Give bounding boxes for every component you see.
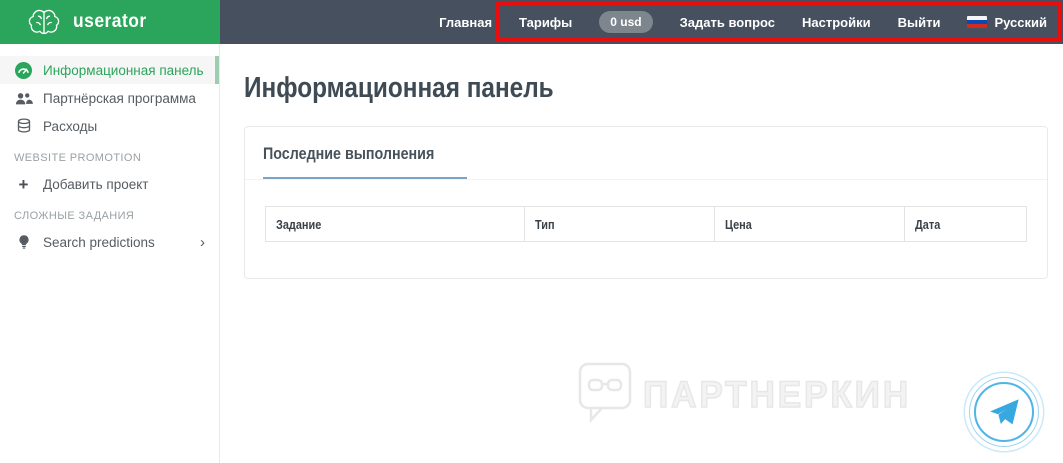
lightbulb-icon	[14, 234, 33, 250]
userator-dashboard: userator Главная Тарифы 0 usd Задать воп…	[0, 0, 1063, 463]
tab-recent-executions[interactable]: Последние выполнения	[263, 144, 467, 179]
column-header-price: Цена	[713, 206, 906, 242]
telegram-button[interactable]	[974, 382, 1034, 442]
sidebar-item-affiliate-program[interactable]: Партнёрская программа	[0, 84, 219, 112]
nav-home[interactable]: Главная	[439, 15, 492, 30]
sidebar-item-label: Партнёрская программа	[43, 90, 196, 106]
column-header-date: Дата	[904, 206, 1027, 242]
column-header-task: Задание	[265, 206, 525, 242]
top-navigation: Главная Тарифы 0 usd Задать вопрос Настр…	[220, 0, 1063, 44]
plus-icon: +	[18, 174, 29, 194]
page-title: Информационная панель	[244, 72, 554, 104]
nav-logout[interactable]: Выйти	[898, 15, 941, 30]
sidebar-item-label: Search predictions	[43, 234, 155, 250]
nav-language-label: Русский	[994, 14, 1047, 30]
brand-logo[interactable]: userator	[0, 0, 220, 44]
topbar: userator Главная Тарифы 0 usd Задать воп…	[0, 0, 1063, 44]
balance-badge[interactable]: 0 usd	[599, 11, 653, 33]
nav-language-selector[interactable]: Русский	[967, 15, 1047, 30]
sidebar-item-label: Добавить проект	[43, 176, 149, 192]
brain-logo-icon	[26, 8, 62, 37]
paper-plane-icon	[988, 397, 1020, 427]
sidebar-item-label: Расходы	[43, 118, 98, 134]
sidebar-item-search-predictions[interactable]: Search predictions ›	[0, 228, 219, 256]
sidebar-item-expenses[interactable]: Расходы	[0, 112, 219, 140]
nav-ask-question[interactable]: Задать вопрос	[680, 15, 775, 30]
column-header-type: Тип	[523, 206, 715, 242]
sidebar-item-add-project[interactable]: + Добавить проект	[0, 170, 219, 198]
sidebar-item-label: Информационная панель	[43, 62, 204, 78]
chevron-right-icon: ›	[200, 233, 205, 251]
main-content: Информационная панель Последние выполнен…	[221, 44, 1063, 463]
card-tabs: Последние выполнения	[245, 127, 1047, 180]
dashboard-gauge-icon	[14, 61, 33, 79]
coins-icon	[14, 118, 33, 134]
executions-table-wrap: Задание Тип Цена Дата	[245, 180, 1047, 242]
users-icon	[14, 91, 33, 106]
sidebar: Информационная панель Партнёрская програ…	[0, 44, 220, 463]
russian-flag-icon	[967, 15, 988, 29]
nav-settings[interactable]: Настройки	[802, 15, 871, 30]
nav-tariffs[interactable]: Тарифы	[519, 15, 572, 30]
sidebar-section-website-promotion: WEBSITE PROMOTION	[14, 152, 142, 164]
table-header-row: Задание Тип Цена Дата	[265, 206, 1027, 242]
sidebar-item-dashboard[interactable]: Информационная панель	[0, 56, 219, 84]
sidebar-section-complex-tasks: СЛОЖНЫЕ ЗАДАНИЯ	[14, 210, 135, 222]
executions-table: Задание Тип Цена Дата	[265, 206, 1027, 242]
brand-name: userator	[73, 11, 147, 32]
recent-executions-card: Последние выполнения Задание Тип Цена Да…	[244, 126, 1048, 279]
